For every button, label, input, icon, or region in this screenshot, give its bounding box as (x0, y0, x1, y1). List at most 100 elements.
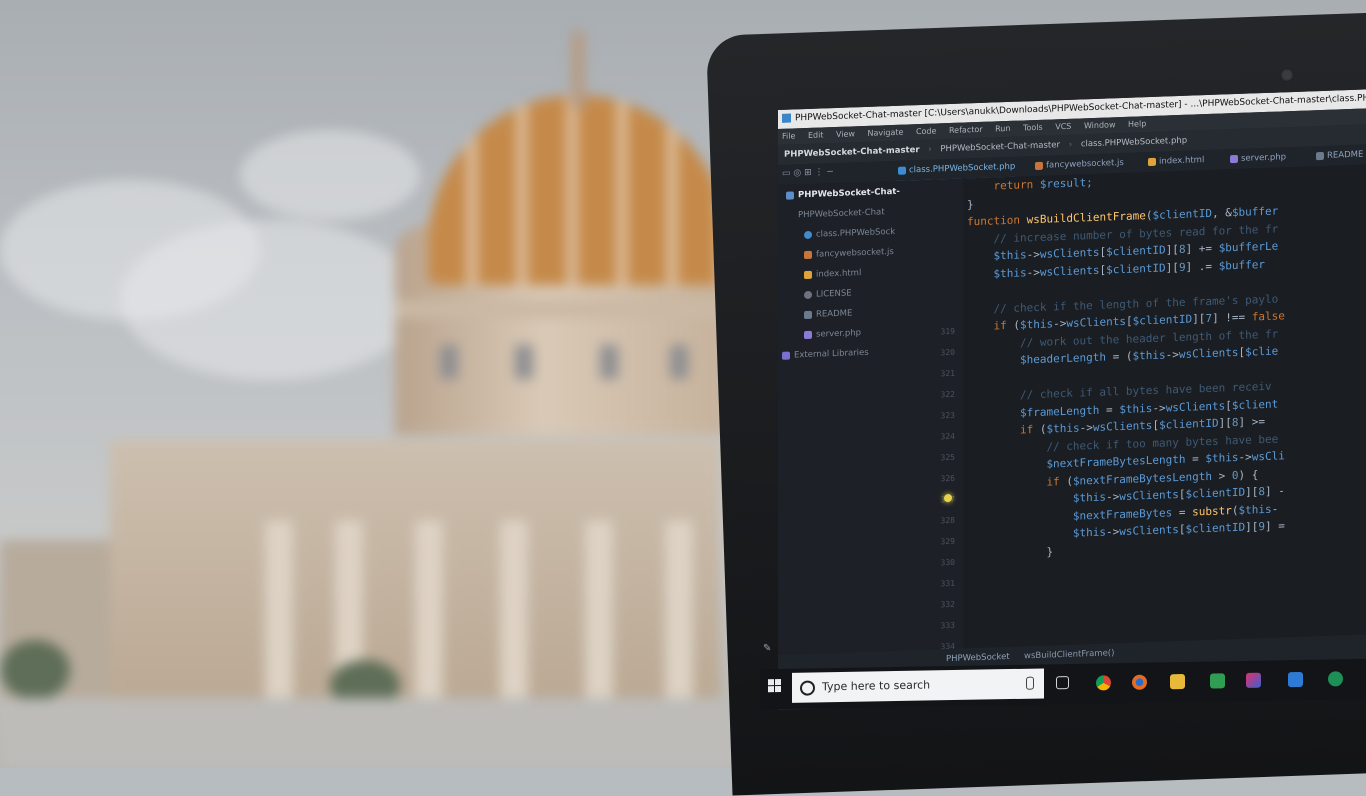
tree-file-index-html[interactable]: index.html (804, 264, 861, 284)
menu-vcs[interactable]: VCS (1055, 122, 1071, 132)
breadcrumb-project[interactable]: PHPWebSocket-Chat-master (784, 145, 920, 160)
tree-external-libraries[interactable]: External Libraries (782, 344, 869, 365)
code-token: = (1099, 402, 1120, 417)
menu-edit[interactable]: Edit (808, 130, 824, 140)
line-number: 333 (940, 620, 955, 631)
code-token: -> (1106, 490, 1120, 504)
tree-file-license[interactable]: LICENSE (804, 284, 852, 304)
webcam (1280, 68, 1294, 82)
tree-folder[interactable]: PHPWebSocket-Chat (798, 203, 885, 224)
store-icon[interactable] (1210, 673, 1225, 689)
code-token: [ (1178, 487, 1186, 502)
code-token: $buffer (1231, 204, 1279, 220)
php-file-icon (804, 330, 812, 339)
code-token: -> (1152, 400, 1166, 415)
menu-navigate[interactable]: Navigate (868, 128, 904, 138)
tree-root[interactable]: PHPWebSocket-Chat- (786, 183, 900, 205)
menu-file[interactable]: File (782, 131, 795, 140)
php-class-icon (804, 230, 812, 239)
js-file-icon (804, 250, 812, 259)
menu-run[interactable]: Run (995, 124, 1010, 134)
code-token: $bufferLe (1218, 239, 1279, 255)
code-token: $clientID (1106, 243, 1166, 259)
menu-code[interactable]: Code (916, 126, 936, 136)
code-token: $client (1231, 397, 1279, 412)
code-token: if (1046, 474, 1067, 489)
code-token: ( (1231, 503, 1239, 517)
readme-file-icon (804, 310, 812, 319)
js-file-icon (1035, 161, 1043, 171)
tree-file-readme[interactable]: README (804, 304, 852, 324)
menu-tools[interactable]: Tools (1023, 123, 1043, 133)
file-explorer-icon[interactable] (1170, 673, 1185, 690)
code-line: $this->wsClients[$clientID][8] - (1073, 484, 1285, 504)
breadcrumb-file[interactable]: class.PHPWebSocket.php (1081, 136, 1187, 150)
tree-file-class-phpwebsocket[interactable]: class.PHPWebSock (804, 223, 895, 244)
task-view-icon[interactable] (1056, 676, 1069, 690)
code-token: wsClients (1178, 345, 1239, 361)
code-token: $clientID (1159, 416, 1219, 432)
code-token: ] - (1265, 484, 1285, 498)
code-token: ] = (1265, 519, 1285, 533)
code-token: ][ (1245, 485, 1259, 499)
firefox-icon[interactable] (1132, 674, 1147, 690)
taskbar-search-box[interactable]: Type here to search (792, 668, 1044, 703)
code-token: [ (1125, 314, 1133, 328)
code-token: ] !== (1212, 310, 1252, 325)
code-token: wsClients (1092, 418, 1153, 435)
folder-icon (786, 190, 794, 200)
code-token: $frameLength (1019, 403, 1100, 420)
code-token: ] += (1185, 241, 1219, 256)
menu-refactor[interactable]: Refactor (949, 125, 983, 135)
code-token: -> (1026, 265, 1040, 279)
line-number: 325 (940, 452, 955, 463)
code-token: if (1019, 422, 1040, 437)
tree-file-fancywebsocket[interactable]: fancywebsocket.js (804, 243, 894, 264)
license-file-icon (804, 290, 812, 299)
pin-icon[interactable]: ✎ (763, 643, 773, 654)
documents-icon[interactable] (1288, 671, 1303, 688)
menu-help[interactable]: Help (1128, 119, 1146, 129)
code-token: $buffer (1218, 257, 1266, 273)
code-token: ][ (1165, 242, 1179, 257)
tab-label: server.php (1241, 152, 1287, 164)
tree-external-label: External Libraries (794, 347, 869, 361)
tree-file-label: index.html (816, 268, 862, 280)
code-token: ] .= (1185, 259, 1219, 274)
code-line: $headerLength = ($this->wsClients[$clie (1020, 345, 1278, 367)
line-number-gutter: 3193203213223233243253263273283293303313… (918, 178, 963, 710)
code-token: $this (1072, 490, 1107, 505)
windows-start-icon[interactable] (768, 679, 782, 693)
breadcrumb-folder[interactable]: PHPWebSocket-Chat-master (940, 140, 1060, 154)
intellij-icon[interactable] (1246, 672, 1261, 688)
tab-readme[interactable]: README (1314, 145, 1363, 167)
code-token: substr (1192, 503, 1232, 519)
chrome-icon[interactable] (1096, 675, 1111, 691)
code-token: $this (1046, 421, 1080, 436)
code-token: [ (1225, 398, 1232, 412)
tab-label: README (1327, 149, 1364, 161)
microphone-icon[interactable] (1026, 676, 1034, 690)
code-token: -> (1079, 421, 1093, 435)
code-token: wsCli (1251, 449, 1285, 464)
tree-file-server-php[interactable]: server.php (804, 324, 861, 344)
line-number: 323 (940, 410, 955, 421)
sync-icon[interactable] (1328, 671, 1343, 687)
php-file-icon (1230, 154, 1238, 164)
tab-index-html[interactable]: index.html (1146, 150, 1204, 172)
code-editor[interactable]: return $result;} function wsBuildClientFr… (963, 163, 1366, 649)
line-number: 329 (940, 536, 955, 547)
menu-view[interactable]: View (836, 129, 855, 139)
code-token: > (1212, 468, 1232, 483)
code-token: -> (1165, 347, 1179, 362)
tree-folder-label: PHPWebSocket-Chat (798, 207, 885, 221)
project-toolbar-icons[interactable]: ▭ ◎ ⊞ ⋮ − (782, 167, 834, 179)
code-token: return (993, 177, 1040, 193)
menu-window[interactable]: Window (1084, 120, 1116, 130)
cortana-icon (800, 680, 815, 696)
code-token: = (1172, 505, 1193, 519)
code-token: } (1046, 544, 1054, 559)
code-token: $nextFrameBytesLength (1046, 452, 1186, 471)
code-token: 9 (1258, 519, 1265, 534)
tab-server-php[interactable]: server.php (1228, 147, 1286, 169)
